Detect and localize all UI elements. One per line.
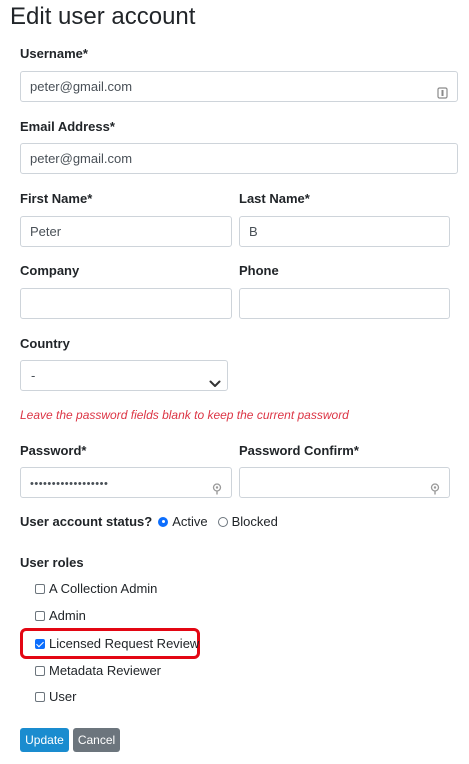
role-checkbox[interactable] [35,610,45,621]
key-icon [212,476,222,497]
username-label: Username* [20,46,88,61]
role-user[interactable]: User [35,689,76,704]
status-active-radio[interactable] [158,516,169,527]
company-label: Company [20,263,80,278]
password-value: •••••••••••••••••• [30,478,109,490]
chevron-down-icon [209,370,221,399]
role-checkbox[interactable] [35,665,45,676]
password-hint: Leave the password fields blank to keep … [20,408,349,422]
email-value: peter@gmail.com [30,151,133,166]
role-a-collection-admin[interactable]: A Collection Admin [35,581,157,596]
role-metadata-reviewer[interactable]: Metadata Reviewer [35,663,161,678]
country-label: Country [20,336,70,351]
role-checkbox[interactable] [35,638,45,649]
role-licensed-request-review[interactable]: Licensed Request Review [35,636,199,651]
first-name-field[interactable]: Peter [20,216,232,247]
phone-field[interactable] [239,288,450,319]
last-name-field[interactable]: B [239,216,450,247]
key-icon [430,476,440,497]
email-label: Email Address* [20,119,115,134]
account-status-label: User account status? [20,514,153,529]
page-title: Edit user account [10,3,196,30]
first-name-value: Peter [30,224,62,239]
status-active-label[interactable]: Active [172,514,207,529]
account-status-group: User account status? Active Blocked [20,514,286,529]
company-field[interactable] [20,288,232,319]
role-checkbox[interactable] [35,583,45,594]
role-label[interactable]: Admin [49,608,86,623]
status-blocked-label[interactable]: Blocked [232,514,278,529]
username-value: peter@gmail.com [30,79,133,94]
country-select[interactable]: - [20,360,228,391]
role-checkbox[interactable] [35,691,45,702]
user-roles-label: User roles [20,555,84,570]
password-confirm-field[interactable] [239,467,450,498]
password-confirm-label: Password Confirm* [239,443,359,458]
email-field[interactable]: peter@gmail.com [20,143,458,174]
last-name-label: Last Name* [239,191,310,206]
last-name-value: B [249,224,258,239]
role-admin[interactable]: Admin [35,608,86,623]
username-field[interactable]: peter@gmail.com [20,71,458,102]
first-name-label: First Name* [20,191,93,206]
role-label[interactable]: Metadata Reviewer [49,663,161,678]
role-label[interactable]: User [49,689,76,704]
role-label[interactable]: Licensed Request Review [49,636,199,651]
update-button[interactable]: Update [20,728,69,752]
phone-label: Phone [239,263,279,278]
id-card-icon [437,80,448,101]
role-label[interactable]: A Collection Admin [49,581,157,596]
password-field[interactable]: •••••••••••••••••• [20,467,232,498]
country-selected-value: - [31,368,36,383]
password-label: Password* [20,443,87,458]
status-blocked-radio[interactable] [217,516,228,527]
cancel-button[interactable]: Cancel [73,728,120,752]
